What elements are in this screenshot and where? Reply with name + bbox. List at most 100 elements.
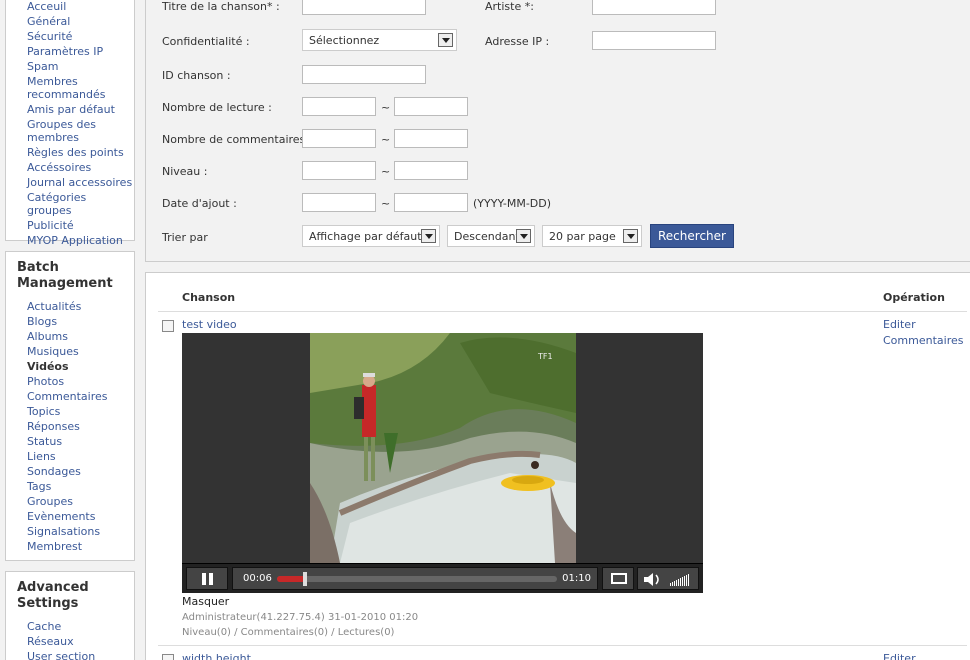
sidebar-item-cache[interactable]: Cache (6, 620, 134, 633)
sidebar-item-accessoires[interactable]: Accéssoires (6, 161, 134, 174)
hide-link[interactable]: Masquer (182, 595, 229, 608)
sort-by-label: Trier par (162, 231, 208, 244)
privacy-label: Confidentialité : (162, 35, 250, 48)
seek-progress (277, 576, 305, 582)
video-frame: TF1 (310, 333, 576, 563)
sidebar-item-reseaux[interactable]: Réseaux (6, 635, 134, 648)
sidebar-item-securite[interactable]: Sécurité (6, 30, 134, 43)
ip-input[interactable] (592, 31, 716, 50)
ip-label: Adresse IP : (485, 35, 550, 48)
song-title-link[interactable]: test video (182, 318, 237, 331)
sidebar-item-groupes-membres[interactable]: Groupes des membres (6, 118, 96, 144)
sort-order-select[interactable]: Descendant (447, 225, 535, 247)
sidebar-item-user-section[interactable]: User section (6, 650, 134, 660)
sort-field-value: Affichage par défaut : (309, 230, 429, 243)
sidebar-item-reponses[interactable]: Réponses (6, 420, 134, 433)
header-divider (158, 311, 967, 312)
sidebar-advanced-box: Advanced Settings Cache Réseaux User sec… (5, 571, 135, 660)
search-button[interactable]: Rechercher (650, 224, 734, 248)
comments-min-input[interactable] (302, 129, 376, 148)
sort-order-value: Descendant (454, 230, 520, 243)
per-page-select[interactable]: 20 par page (542, 225, 642, 247)
sidebar-item-status[interactable]: Status (6, 435, 134, 448)
sidebar-item-sondages[interactable]: Sondages (6, 465, 134, 478)
plays-max-input[interactable] (394, 97, 468, 116)
sidebar-item-categories-groupes[interactable]: Catégories groupes (6, 191, 134, 217)
row-select-checkbox[interactable] (162, 320, 174, 332)
pause-button[interactable] (186, 567, 228, 590)
privacy-select[interactable]: Sélectionnez (302, 29, 457, 51)
advanced-menu: Cache Réseaux User section (6, 620, 134, 660)
date-to-input[interactable] (394, 193, 468, 212)
sidebar-item-topics[interactable]: Topics (6, 405, 134, 418)
sidebar-item-evenements[interactable]: Evènements (6, 510, 134, 523)
plays-min-input[interactable] (302, 97, 376, 116)
sidebar-item-spam[interactable]: Spam (6, 60, 134, 73)
sidebar-item-albums[interactable]: Albums (6, 330, 134, 343)
sidebar-item-videos[interactable]: Vidéos (6, 360, 134, 373)
batch-management-heading: Batch Management (17, 260, 113, 291)
sidebar-item-regles-points[interactable]: Règles des points (6, 146, 134, 159)
level-range-separator: ~ (381, 165, 391, 178)
sidebar-item-journal-accessoires[interactable]: Journal accessoires (6, 176, 134, 189)
chevron-down-icon (516, 229, 531, 243)
edit-link[interactable]: Editer (883, 652, 916, 660)
sidebar-item-groupes[interactable]: Groupes (6, 495, 134, 508)
svg-text:TF1: TF1 (537, 352, 553, 361)
song-title-label: Titre de la chanson* : (162, 0, 280, 13)
level-min-input[interactable] (302, 161, 376, 180)
seek-bar-group: 00:06 01:10 (232, 567, 598, 590)
video-player[interactable]: TF1 00:06 01:10 (182, 333, 703, 593)
level-label: Niveau : (162, 165, 208, 178)
total-time: 01:10 (562, 573, 591, 584)
plays-label: Nombre de lecture : (162, 101, 272, 114)
date-from-input[interactable] (302, 193, 376, 212)
song-id-label: ID chanson : (162, 69, 231, 82)
comments-link[interactable]: Commentaires (883, 334, 963, 347)
song-title-input[interactable] (302, 0, 426, 15)
chevron-down-icon (438, 33, 453, 47)
sidebar-item-commentaires[interactable]: Commentaires (6, 390, 134, 403)
sidebar-item-parametres-ip[interactable]: Paramètres IP (6, 45, 134, 58)
sidebar-item-membrest[interactable]: Membrest (6, 540, 134, 553)
settings-menu: Acceuil Général Sécurité Paramètres IP S… (6, 0, 134, 247)
sidebar-item-photos[interactable]: Photos (6, 375, 134, 388)
fullscreen-button[interactable] (602, 567, 634, 590)
level-max-input[interactable] (394, 161, 468, 180)
sidebar-item-publicite[interactable]: Publicité (6, 219, 134, 232)
row-divider (158, 645, 967, 646)
edit-link[interactable]: Editer (883, 318, 916, 331)
row-select-checkbox[interactable] (162, 654, 174, 660)
volume-control[interactable] (637, 567, 699, 590)
comments-max-input[interactable] (394, 129, 468, 148)
sidebar-item-membres-recommandes[interactable]: Membres recommandés (6, 75, 105, 101)
sidebar-item-acceuil[interactable]: Acceuil (6, 0, 134, 13)
per-page-value: 20 par page (549, 230, 616, 243)
comments-count-label: Nombre de commentaires : (162, 133, 313, 146)
sidebar-item-signalsations[interactable]: Signalsations (6, 525, 134, 538)
search-form: Titre de la chanson* : Artiste *: Confid… (145, 0, 970, 262)
sidebar-settings-box: Acceuil Général Sécurité Paramètres IP S… (5, 0, 135, 247)
song-title-link[interactable]: width height (182, 652, 251, 660)
volume-icon (644, 573, 689, 586)
artist-input[interactable] (592, 0, 716, 15)
sidebar-item-musiques[interactable]: Musiques (6, 345, 134, 358)
sidebar-item-blogs[interactable]: Blogs (6, 315, 134, 328)
sidebar: Acceuil Général Sécurité Paramètres IP S… (5, 0, 135, 660)
sidebar-item-liens[interactable]: Liens (6, 450, 134, 463)
chevron-down-icon (421, 229, 436, 243)
results-panel: Chanson Opération test video Editer Comm… (145, 272, 970, 660)
sidebar-item-general[interactable]: Général (6, 15, 134, 28)
sidebar-item-myop-application[interactable]: MYOP Application (6, 234, 134, 247)
sidebar-batch-box: Batch Management Actualités Blogs Albums… (5, 251, 135, 561)
date-range-separator: ~ (381, 197, 391, 210)
seek-bar[interactable] (277, 572, 557, 586)
seek-handle[interactable] (303, 572, 307, 586)
sidebar-item-tags[interactable]: Tags (6, 480, 134, 493)
sidebar-item-actualites[interactable]: Actualités (6, 300, 134, 313)
song-id-input[interactable] (302, 65, 426, 84)
privacy-select-value: Sélectionnez (309, 34, 380, 47)
sidebar-item-amis-par-defaut[interactable]: Amis par défaut (6, 103, 134, 116)
sort-field-select[interactable]: Affichage par défaut : (302, 225, 440, 247)
video-thumbnail: TF1 (310, 333, 576, 563)
